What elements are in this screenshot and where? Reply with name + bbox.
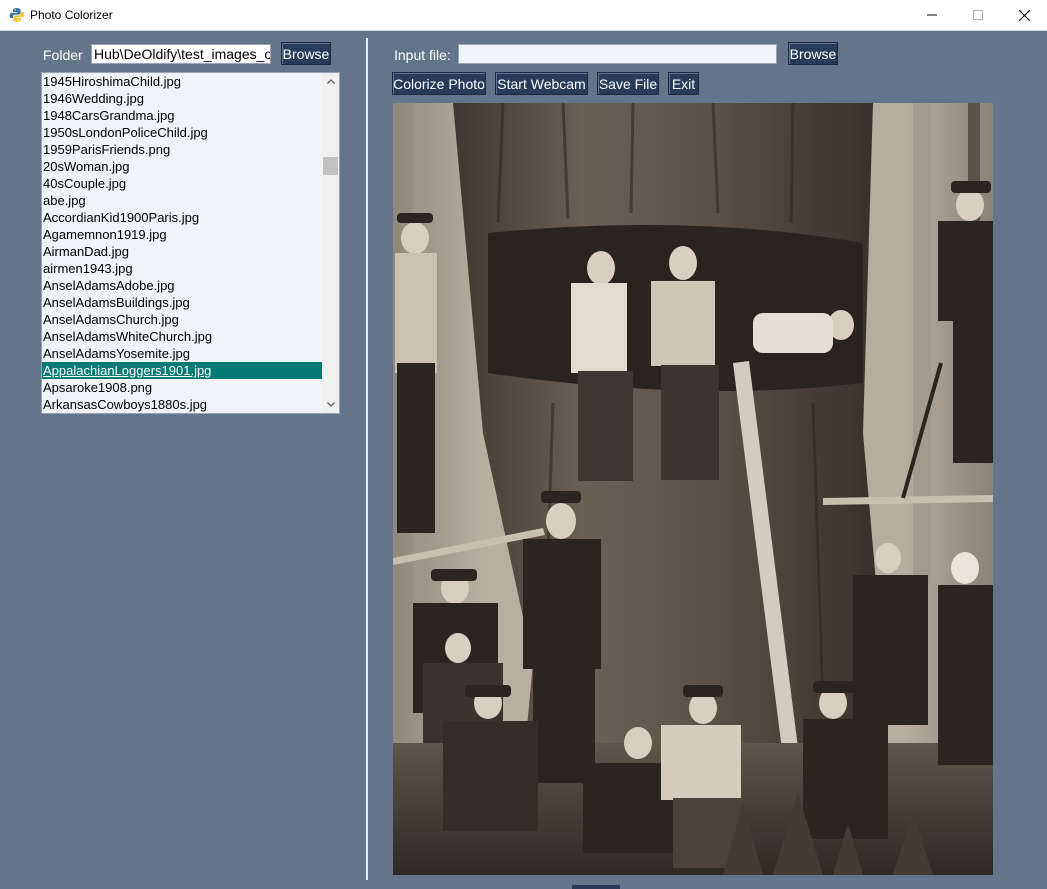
file-list-item[interactable]: AccordianKid1900Paris.jpg — [42, 209, 323, 226]
scroll-up-button[interactable] — [322, 73, 339, 90]
folder-label: Folder — [43, 47, 83, 63]
file-list-item[interactable]: AnselAdamsYosemite.jpg — [42, 345, 323, 362]
file-list-item[interactable]: 1945HiroshimaChild.jpg — [42, 73, 323, 90]
input-file-label: Input file: — [394, 47, 451, 63]
file-list-item[interactable]: 1946Wedding.jpg — [42, 90, 323, 107]
input-browse-button[interactable]: Browse — [788, 42, 838, 65]
list-scrollbar[interactable] — [322, 73, 339, 413]
close-icon — [1018, 9, 1030, 21]
file-list-item[interactable]: 1959ParisFriends.png — [42, 141, 323, 158]
minimize-icon — [927, 14, 937, 16]
folder-browse-button[interactable]: Browse — [281, 42, 331, 65]
file-list-items: 1945HiroshimaChild.jpg 1946Wedding.jpg 194… — [42, 73, 323, 413]
start-webcam-button[interactable]: Start Webcam — [495, 72, 588, 95]
file-list-item[interactable]: 1950sLondonPoliceChild.jpg — [42, 124, 323, 141]
file-list-item[interactable]: AnselAdamsChurch.jpg — [42, 311, 323, 328]
colorize-photo-button[interactable]: Colorize Photo — [392, 72, 486, 95]
file-list-item[interactable]: AnselAdamsAdobe.jpg — [42, 277, 323, 294]
file-list-item[interactable]: Agamemnon1919.jpg — [42, 226, 323, 243]
file-list-item[interactable]: 40sCouple.jpg — [42, 175, 323, 192]
chevron-down-icon — [326, 402, 335, 407]
chevron-up-icon — [326, 79, 335, 84]
file-list-item[interactable]: Apsaroke1908.png — [42, 379, 323, 396]
bottom-element-edge — [572, 885, 620, 889]
close-button[interactable] — [1001, 0, 1047, 30]
scroll-thumb[interactable] — [323, 157, 338, 175]
file-list-item[interactable]: abe.jpg — [42, 192, 323, 209]
title-bar[interactable]: Photo Colorizer — [0, 0, 1047, 31]
minimize-button[interactable] — [909, 0, 955, 30]
vertical-separator — [366, 38, 368, 880]
file-list-item[interactable]: AirmanDad.jpg — [42, 243, 323, 260]
file-list-item[interactable]: AnselAdamsWhiteChurch.jpg — [42, 328, 323, 345]
exit-button[interactable]: Exit — [668, 72, 699, 95]
file-list-item[interactable]: airmen1943.jpg — [42, 260, 323, 277]
file-list-item[interactable]: AppalachianLoggers1901.jpg — [42, 362, 323, 379]
app-window: Photo Colorizer Folder Hub\DeOldify\test… — [0, 0, 1047, 889]
file-listbox[interactable]: 1945HiroshimaChild.jpg 1946Wedding.jpg 194… — [41, 72, 340, 414]
file-list-item[interactable]: 20sWoman.jpg — [42, 158, 323, 175]
file-list-item[interactable]: ArkansasCowboys1880s.jpg — [42, 396, 323, 413]
file-list-item[interactable]: AnselAdamsBuildings.jpg — [42, 294, 323, 311]
file-list-item[interactable]: 1948CarsGrandma.jpg — [42, 107, 323, 124]
window-title: Photo Colorizer — [30, 8, 113, 22]
save-file-button[interactable]: Save File — [597, 72, 659, 95]
maximize-button[interactable] — [955, 0, 1001, 30]
photo-preview — [393, 103, 993, 875]
maximize-icon — [973, 10, 983, 20]
input-file-field[interactable] — [458, 44, 777, 64]
folder-path-input[interactable]: Hub\DeOldify\test_images_old — [91, 44, 271, 64]
python-app-icon — [9, 8, 25, 22]
scroll-down-button[interactable] — [322, 396, 339, 413]
